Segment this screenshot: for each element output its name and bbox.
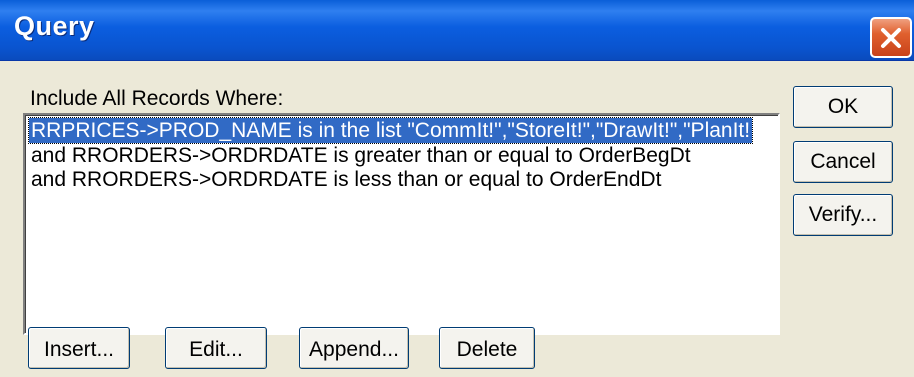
condition-item[interactable]: and RRORDERS->ORDRDATE is less than or e… [29, 167, 663, 192]
conditions-listbox[interactable]: RRPRICES->PROD_NAME is in the list "Comm… [23, 113, 780, 335]
window-title: Query [14, 11, 95, 41]
query-dialog: Query Include All Records Where: RRPRICE… [0, 0, 914, 377]
delete-button[interactable]: Delete [439, 327, 535, 369]
condition-item[interactable]: RRPRICES->PROD_NAME is in the list "Comm… [27, 117, 754, 144]
title-bar[interactable]: Query [0, 0, 914, 61]
dialog-body: Include All Records Where: RRPRICES->PRO… [0, 61, 914, 377]
close-button[interactable] [870, 17, 912, 58]
condition-item[interactable]: and RRORDERS->ORDRDATE is greater than o… [29, 143, 693, 168]
verify-button[interactable]: Verify... [793, 194, 893, 236]
ok-button[interactable]: OK [793, 86, 893, 128]
close-icon [881, 28, 901, 48]
edit-button[interactable]: Edit... [165, 327, 267, 369]
insert-button[interactable]: Insert... [28, 327, 130, 369]
include-records-label: Include All Records Where: [30, 87, 284, 110]
cancel-button[interactable]: Cancel [793, 141, 893, 183]
append-button[interactable]: Append... [299, 327, 409, 369]
